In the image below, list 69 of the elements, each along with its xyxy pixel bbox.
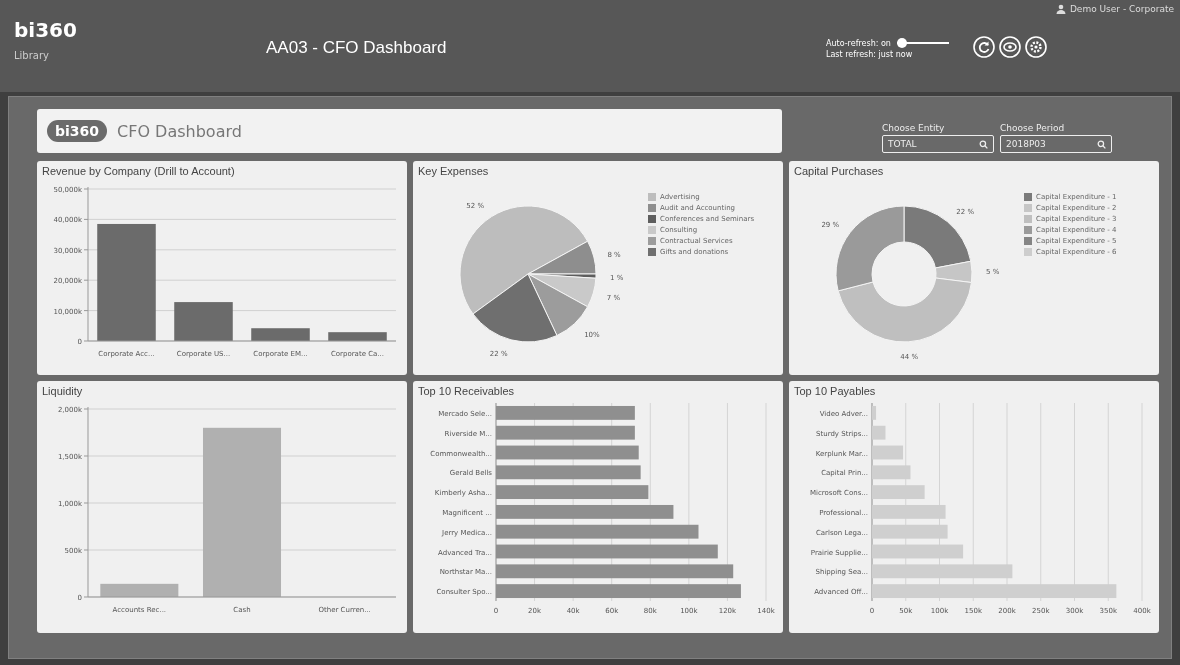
banner-logo: bi360 <box>47 120 108 142</box>
legend-swatch <box>1024 226 1032 234</box>
auto-refresh-toggle[interactable] <box>896 38 949 48</box>
bar[interactable] <box>496 405 635 420</box>
bar[interactable] <box>872 405 877 420</box>
legend-swatch <box>648 226 656 234</box>
slice[interactable] <box>934 260 973 283</box>
bar[interactable] <box>97 223 156 341</box>
bar[interactable] <box>872 544 964 559</box>
chart-title: Top 10 Receivables <box>418 385 515 397</box>
bar[interactable] <box>496 564 734 579</box>
chart-title: Capital Purchases <box>794 165 885 177</box>
legend-swatch <box>1024 204 1032 212</box>
filter-label: Choose Period <box>1000 123 1066 133</box>
bar[interactable] <box>872 425 886 440</box>
bar[interactable] <box>872 485 925 500</box>
user-icon <box>1055 4 1066 14</box>
slice[interactable] <box>837 277 972 343</box>
search-icon[interactable] <box>979 139 988 149</box>
legend-swatch <box>648 237 656 245</box>
slice[interactable] <box>472 273 558 343</box>
legend-swatch <box>1024 215 1032 223</box>
legend-swatch <box>648 248 656 256</box>
refresh-icon[interactable] <box>972 36 995 58</box>
chart-title: Liquidity <box>42 385 84 397</box>
bar[interactable] <box>328 332 387 341</box>
dashboard-title: AA03 - CFO Dashboard <box>266 38 448 58</box>
filter-label: Choose Entity <box>882 123 946 133</box>
slice[interactable] <box>459 205 589 315</box>
bar[interactable] <box>496 485 649 500</box>
bar[interactable] <box>872 584 1117 599</box>
slice[interactable] <box>527 240 597 275</box>
app-logo[interactable]: bi360 <box>14 18 244 42</box>
bar[interactable] <box>496 524 699 539</box>
filter-field[interactable]: 2018P03 <box>1000 135 1112 153</box>
bar[interactable] <box>872 524 948 539</box>
legend-swatch <box>1024 237 1032 245</box>
slice[interactable] <box>835 205 905 292</box>
chart-title: Revenue by Company (Drill to Account) <box>42 165 236 177</box>
bar[interactable] <box>872 564 1013 579</box>
bar[interactable] <box>496 465 641 480</box>
auto-refresh-label: Auto-refresh: on <box>826 38 891 48</box>
chart-title: Key Expenses <box>418 165 490 177</box>
bar[interactable] <box>174 302 233 341</box>
banner-title: CFO Dashboard <box>117 121 242 141</box>
slice[interactable] <box>527 273 597 308</box>
user-name[interactable]: Demo User - Corporate <box>1069 4 1174 14</box>
legend-swatch <box>1024 248 1032 256</box>
bar[interactable] <box>872 445 904 460</box>
bar[interactable] <box>100 583 179 597</box>
bar[interactable] <box>496 425 635 440</box>
bar[interactable] <box>496 584 741 599</box>
last-refresh-label: Last refresh: just now <box>826 50 914 59</box>
legend-swatch <box>648 204 656 212</box>
filter-field[interactable]: TOTAL <box>882 135 994 153</box>
library-link[interactable]: Library <box>14 50 244 61</box>
legend-swatch <box>648 193 656 201</box>
bar[interactable] <box>496 445 639 460</box>
legend-swatch <box>648 215 656 223</box>
bar[interactable] <box>872 465 911 480</box>
bar[interactable] <box>496 544 718 559</box>
legend-swatch <box>1024 193 1032 201</box>
view-icon[interactable] <box>998 36 1021 58</box>
chart-title: Top 10 Payables <box>794 385 877 397</box>
slice[interactable] <box>903 205 972 269</box>
bar[interactable] <box>496 504 674 519</box>
bar[interactable] <box>872 504 946 519</box>
search-icon[interactable] <box>1097 139 1106 149</box>
settings-icon[interactable] <box>1024 36 1047 58</box>
